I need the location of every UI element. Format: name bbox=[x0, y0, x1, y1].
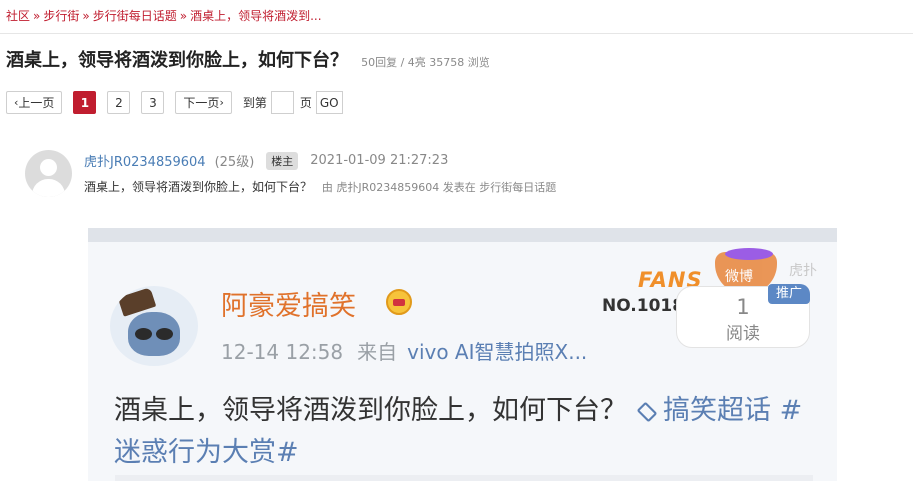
next-page-button[interactable]: 下一页 › bbox=[175, 91, 232, 114]
weibo-content: 酒桌上，领导将酒泼到你脸上，如何下台？ 搞笑超话 #迷惑行为大赏# bbox=[114, 390, 814, 474]
post-time: 2021-01-09 21:27:23 bbox=[310, 153, 449, 168]
next-page-label: 下一页 bbox=[183, 96, 220, 110]
diamond-icon bbox=[636, 401, 658, 422]
prev-page-button[interactable]: ‹ 上一页 bbox=[6, 91, 63, 114]
sunglasses-left-shape bbox=[135, 328, 152, 340]
page-button-3[interactable]: 3 bbox=[141, 91, 165, 114]
page-button-1[interactable]: 1 bbox=[73, 91, 97, 114]
avatar-head-shape bbox=[40, 159, 57, 176]
breadcrumb: 社区» 步行街» 步行街每日话题» 酒桌上，领导将酒泼到... bbox=[6, 7, 322, 24]
weibo-ribbon-text: 微博 bbox=[725, 269, 753, 285]
breadcrumb-item-daily-topic[interactable]: 步行街每日话题 bbox=[93, 9, 177, 23]
crown-icon bbox=[386, 289, 412, 315]
weibo-text: 酒桌上，领导将酒泼到你脸上，如何下台？ bbox=[114, 395, 627, 426]
thread-header: 酒桌上，领导将酒泼到你脸上，如何下台？ 50回复 / 4亮 35758 浏览 bbox=[6, 46, 490, 72]
weibo-time: 12-14 12:58 bbox=[221, 340, 344, 364]
goto-page-input[interactable] bbox=[270, 91, 294, 114]
goto-label: 到第 bbox=[242, 96, 267, 110]
page-button-2[interactable]: 2 bbox=[107, 91, 131, 114]
breadcrumb-item-community[interactable]: 社区 bbox=[6, 9, 30, 23]
sunglasses-right-shape bbox=[156, 328, 173, 340]
post-from: 由 虎扑JR0234859604 发表在 步行街每日话题 bbox=[321, 181, 557, 194]
image-top-band bbox=[88, 228, 837, 242]
username-link[interactable]: 虎扑JR0234859604 bbox=[84, 151, 206, 170]
prev-page-label: 上一页 bbox=[18, 96, 55, 110]
owner-badge: 楼主 bbox=[266, 151, 299, 170]
breadcrumb-item-current-thread[interactable]: 酒桌上，领导将酒泼到... bbox=[190, 9, 321, 23]
breadcrumb-separator: » bbox=[33, 9, 41, 23]
pagination: ‹ 上一页 1 2 3 下一页 › 到第 页 GO bbox=[6, 91, 343, 114]
post-image[interactable]: 阿豪爱搞笑 12-14 12:58 来自 vivo AI智慧拍照X... FANS … bbox=[88, 228, 837, 481]
page-unit-label: 页 bbox=[299, 96, 312, 110]
thread-title: 酒桌上，领导将酒泼到你脸上，如何下台？ bbox=[6, 50, 348, 71]
divider bbox=[0, 33, 913, 34]
super-topic-link: 搞笑超话 bbox=[663, 395, 771, 426]
ufo-icon bbox=[725, 248, 773, 260]
thread-meta: 50回复 / 4亮 35758 浏览 bbox=[361, 56, 490, 69]
avatar[interactable] bbox=[25, 150, 72, 197]
post-summary: 酒桌上，领导将酒泼到你脸上，如何下台？ 由 虎扑JR0234859604 发表在… bbox=[84, 178, 556, 195]
watermark-text: 虎扑 bbox=[789, 263, 817, 279]
go-button[interactable]: GO bbox=[315, 91, 343, 114]
weibo-source-label: 来自 bbox=[357, 340, 398, 364]
weibo-time-line: 12-14 12:58 来自 vivo AI智慧拍照X... bbox=[221, 336, 587, 365]
fans-number: NO.1018 bbox=[602, 296, 685, 316]
breadcrumb-separator: » bbox=[179, 9, 188, 23]
read-label: 阅读 bbox=[726, 324, 760, 344]
post-content: 酒桌上，领导将酒泼到你脸上，如何下台？ bbox=[84, 180, 313, 194]
post-header: 虎扑JR0234859604 (25级) 楼主 2021-01-09 21:27… bbox=[84, 151, 448, 170]
user-level: (25级) bbox=[214, 155, 255, 170]
breadcrumb-separator: » bbox=[82, 9, 90, 23]
chevron-right-icon: › bbox=[219, 96, 224, 109]
weibo-screenshot: 阿豪爱搞笑 12-14 12:58 来自 vivo AI智慧拍照X... FANS … bbox=[88, 242, 837, 481]
weibo-media-placeholder bbox=[115, 475, 813, 481]
breadcrumb-item-street[interactable]: 步行街 bbox=[43, 9, 79, 23]
weibo-device: vivo AI智慧拍照X... bbox=[407, 340, 588, 364]
weibo-avatar bbox=[110, 286, 198, 366]
weibo-username: 阿豪爱搞笑 bbox=[221, 291, 356, 322]
promo-tag: 推广 bbox=[768, 284, 810, 304]
avatar-body-shape bbox=[32, 179, 65, 197]
